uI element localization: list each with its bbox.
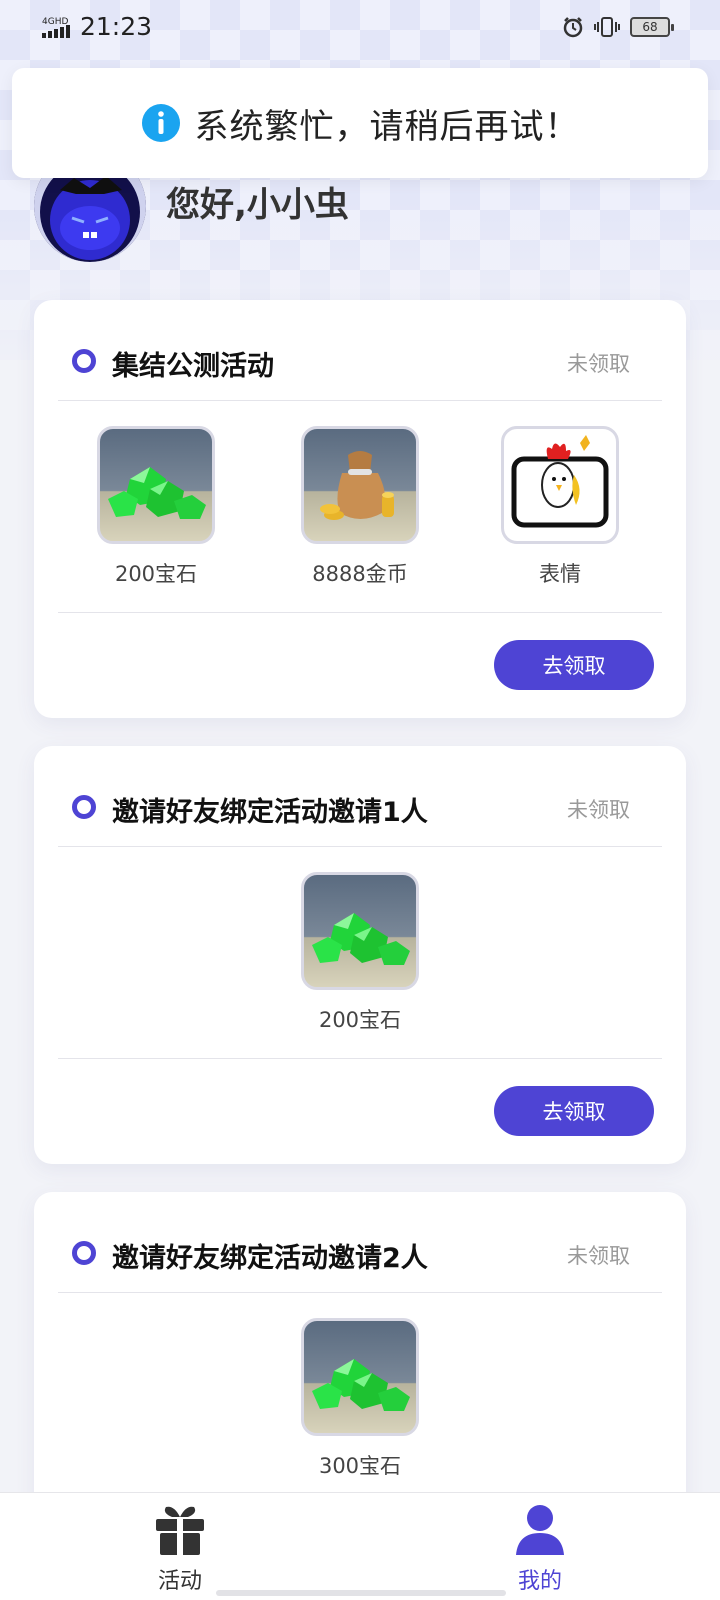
divider xyxy=(58,612,662,613)
toast-message: 系统繁忙，请稍后再试！ xyxy=(194,106,580,147)
reward-item: 表情 xyxy=(490,426,630,588)
home-indicator[interactable] xyxy=(216,1590,506,1596)
network-type-label: 4GHD xyxy=(42,17,68,27)
divider xyxy=(58,1292,662,1293)
card-header: 邀请好友绑定活动邀请1人 未领取 xyxy=(34,746,686,850)
reward-item: 200宝石 xyxy=(290,872,430,1034)
status-bar: 4GHD 21:23 68 xyxy=(0,0,720,56)
reward-label: 300宝石 xyxy=(318,1454,402,1478)
card-header: 邀请好友绑定活动邀请2人 未领取 xyxy=(34,1192,686,1296)
reward-label: 8888金币 xyxy=(312,562,408,586)
coin-bag-icon xyxy=(301,426,419,544)
claim-status: 未领取 xyxy=(567,352,630,376)
battery-icon: 68 xyxy=(630,17,674,37)
reward-item: 8888金币 xyxy=(290,426,430,588)
battery-level: 68 xyxy=(642,20,658,34)
person-icon xyxy=(516,1505,564,1555)
card-title: 邀请好友绑定活动邀请2人 xyxy=(112,1243,428,1274)
alarm-icon xyxy=(563,17,583,38)
reward-label: 表情 xyxy=(539,562,581,586)
signal-icon: 4GHD xyxy=(42,17,70,38)
gems-icon xyxy=(97,426,215,544)
claim-status: 未领取 xyxy=(567,798,630,822)
reward-label: 200宝石 xyxy=(114,562,198,586)
nav-item-mine[interactable]: 我的 xyxy=(460,1493,620,1594)
reward-item: 200宝石 xyxy=(86,426,226,588)
claim-button[interactable]: 去领取 xyxy=(494,640,654,690)
card-title: 集结公测活动 xyxy=(112,351,274,382)
divider xyxy=(58,846,662,847)
status-time: 21:23 xyxy=(80,12,153,41)
status-icons: 68 xyxy=(562,16,674,38)
claim-button[interactable]: 去领取 xyxy=(494,1086,654,1136)
bottom-nav: 活动 我的 xyxy=(0,1492,720,1600)
claim-status: 未领取 xyxy=(567,1244,630,1268)
chicken-emoji-icon xyxy=(501,426,619,544)
bullet-ring-icon xyxy=(72,349,96,373)
bullet-ring-icon xyxy=(72,795,96,819)
gift-icon xyxy=(156,1506,204,1555)
nav-item-activity[interactable]: 活动 xyxy=(100,1493,260,1594)
vibrate-icon xyxy=(594,17,620,37)
reward-label: 200宝石 xyxy=(318,1008,402,1032)
card-title: 邀请好友绑定活动邀请1人 xyxy=(112,797,428,828)
card-header: 集结公测活动 未领取 xyxy=(34,300,686,404)
divider xyxy=(58,400,662,401)
gems-icon xyxy=(301,1318,419,1436)
greeting-text: 您好,小小虫 xyxy=(166,185,349,225)
error-toast: 系统繁忙，请稍后再试！ xyxy=(12,68,708,178)
info-icon xyxy=(141,104,180,142)
activity-card: 集结公测活动 未领取 200宝石 8888金币 表情 去领取 xyxy=(34,300,686,718)
reward-item: 300宝石 xyxy=(290,1318,430,1480)
bullet-ring-icon xyxy=(72,1241,96,1265)
activity-card: 邀请好友绑定活动邀请1人 未领取 200宝石 去领取 xyxy=(34,746,686,1164)
gems-icon xyxy=(301,872,419,990)
divider xyxy=(58,1058,662,1059)
